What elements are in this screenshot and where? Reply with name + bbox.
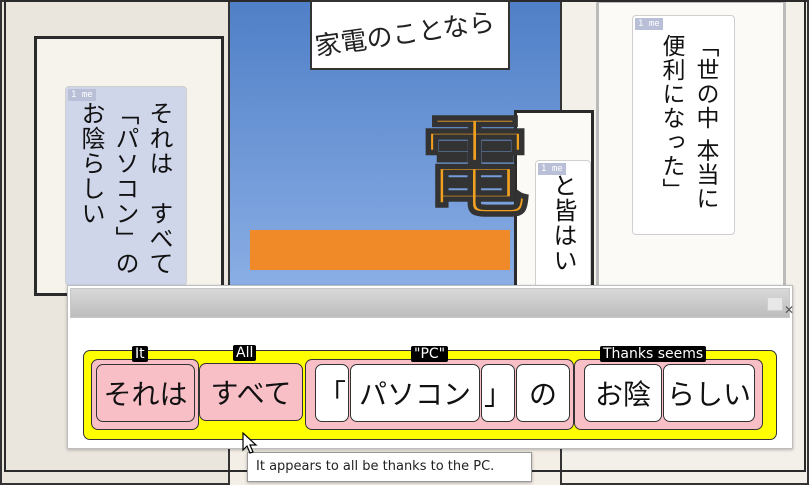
phrase-group: All すべて xyxy=(197,345,305,430)
phrase-group: "PC" 「 パソコン 」 の xyxy=(305,346,574,430)
bubble-tag: 1 me xyxy=(68,89,96,101)
close-icon[interactable]: ✕ xyxy=(784,304,794,316)
word-token[interactable]: お陰 xyxy=(584,364,662,422)
word-token[interactable]: すべて xyxy=(199,363,303,421)
translation-tooltip: It appears to all be thanks to the PC. xyxy=(247,452,532,482)
word-token[interactable]: パソコン xyxy=(350,364,480,422)
word-token[interactable]: それは xyxy=(96,364,195,422)
speech-bubble-left[interactable]: 1 me それは すべて 「パソコン」の お陰らしい xyxy=(65,86,187,286)
word-token[interactable]: 」 xyxy=(481,364,515,422)
bubble-left-text: それは すべて 「パソコン」の お陰らしい xyxy=(77,101,173,276)
word-token[interactable]: 「 xyxy=(315,364,349,422)
phrase-group: Thanks seems お陰 らしい xyxy=(574,346,763,430)
bubble-tag: 1 me xyxy=(635,18,663,30)
mouse-cursor-icon xyxy=(242,432,258,454)
popup-titlebar[interactable] xyxy=(70,288,790,318)
bubble-right-text: 「世の中 本当に 便利になった」 xyxy=(658,34,718,211)
word-token[interactable]: らしい xyxy=(663,364,755,422)
parser-popup: ✕ It それは All すべて "PC" 「 パソコン 」 の Thanks … xyxy=(67,285,794,449)
gloss-label: "PC" xyxy=(411,346,449,362)
word-token[interactable]: の xyxy=(516,364,570,422)
shop-big-character: 電 xyxy=(419,102,531,233)
gloss-label: Thanks seems xyxy=(600,346,707,362)
gloss-label: It xyxy=(132,346,148,362)
window-button[interactable] xyxy=(767,297,783,311)
speech-bubble-middle[interactable]: 1 me と皆はい xyxy=(535,160,591,288)
speech-bubble-right[interactable]: 1 me 「世の中 本当に 便利になった」 xyxy=(632,15,735,235)
bubble-middle-text: と皆はい xyxy=(549,173,577,273)
gloss-label: All xyxy=(233,345,257,361)
phrase-group: It それは xyxy=(91,346,199,430)
